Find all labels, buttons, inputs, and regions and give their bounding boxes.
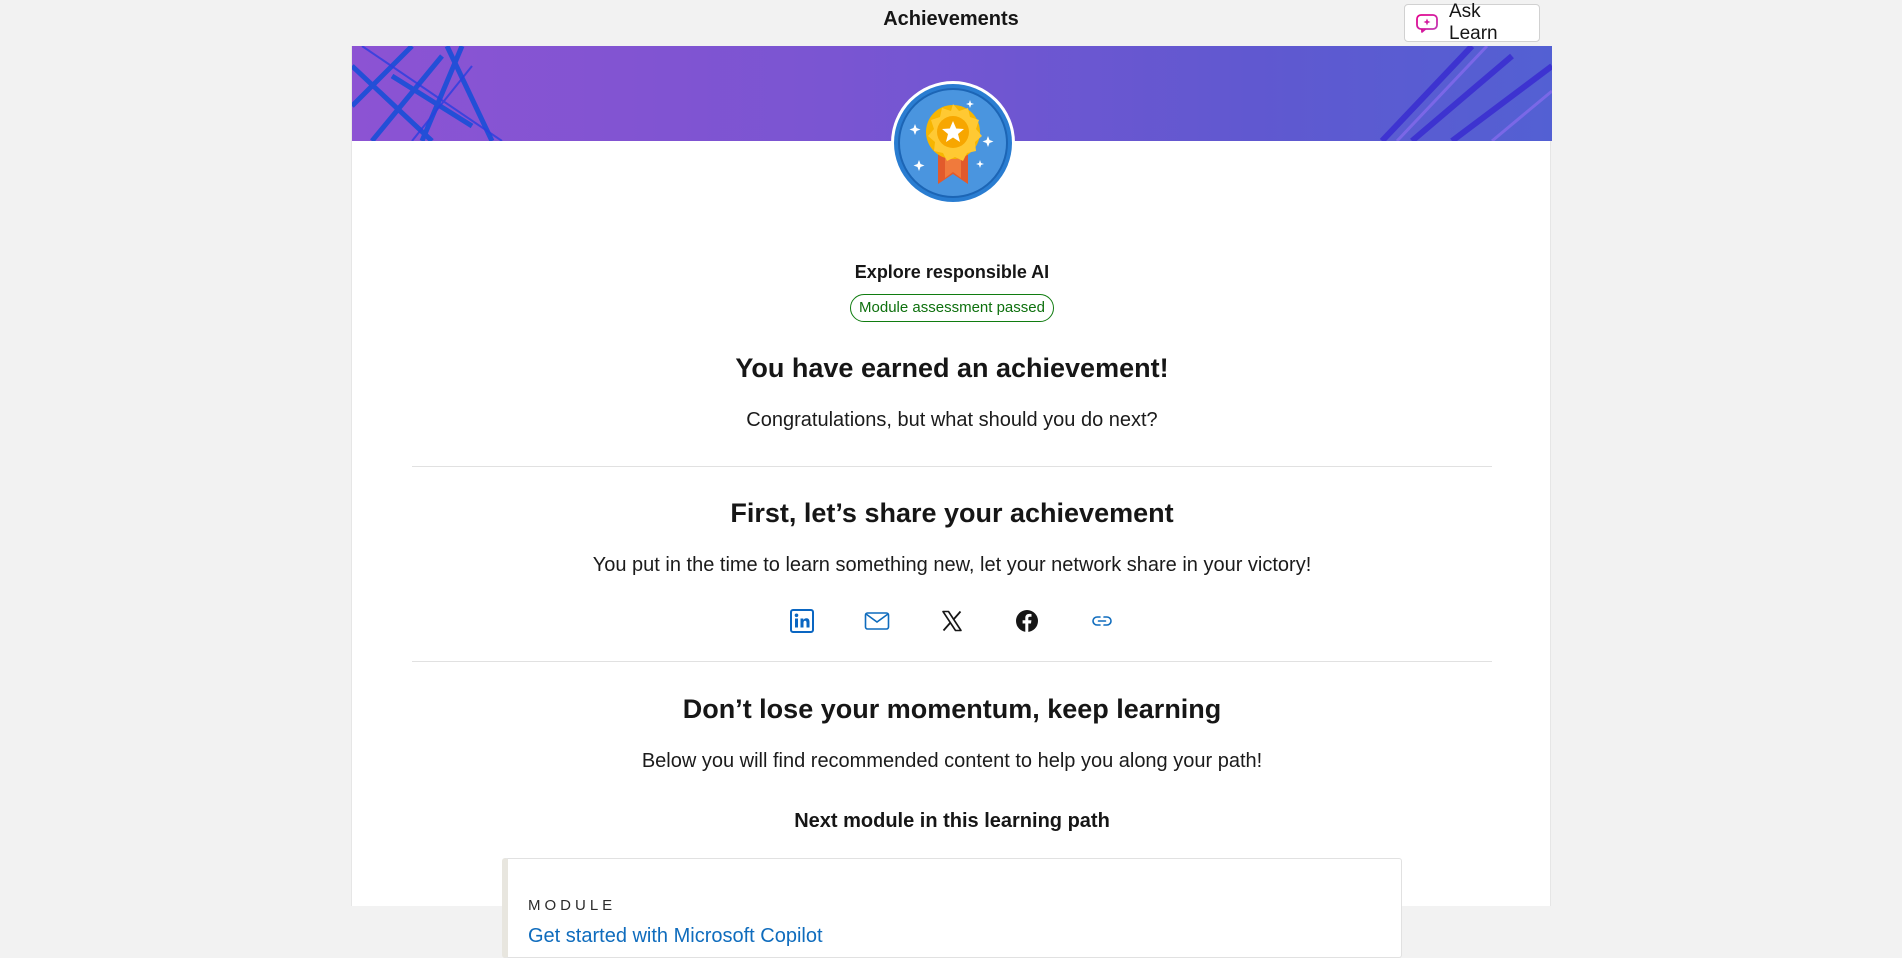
email-icon [864,612,890,630]
ask-learn-button[interactable]: Ask Learn [1404,1,1540,44]
share-heading: First, let’s share your achievement [730,498,1174,528]
page-title: Achievements [883,8,1019,30]
status-badge: Module assessment passed [850,294,1054,322]
achievement-heading: You have earned an achievement! [735,353,1169,383]
ask-learn-label: Ask Learn [1449,1,1498,44]
link-icon [1092,616,1112,626]
facebook-icon [1016,610,1038,632]
achievement-subtext: Congratulations, but what should you do … [746,409,1158,431]
momentum-subtext: Below you will find recommended content … [641,750,1263,772]
share-facebook-button[interactable] [1012,606,1042,636]
module-type-label: MODULE [528,897,617,914]
divider [412,466,1492,467]
linkedin-icon [790,609,814,633]
share-buttons [787,606,1117,636]
copilot-chat-icon [1415,11,1439,35]
share-email-button[interactable] [862,606,892,636]
divider [412,661,1492,662]
share-subtext: You put in the time to learn something n… [592,554,1312,576]
next-module-card[interactable]: MODULE Get started with Microsoft Copilo… [502,858,1402,958]
copy-link-button[interactable] [1087,606,1117,636]
x-icon [942,610,962,632]
momentum-heading: Don’t lose your momentum, keep learning [682,694,1222,724]
achievement-card: Explore responsible AI Module assessment… [351,46,1552,958]
module-name: Explore responsible AI [854,262,1050,282]
next-module-heading: Next module in this learning path [794,810,1110,832]
next-module-link[interactable]: Get started with Microsoft Copilot [528,925,823,948]
share-linkedin-button[interactable] [787,606,817,636]
achievement-badge-icon [890,80,1016,206]
share-x-button[interactable] [937,606,967,636]
